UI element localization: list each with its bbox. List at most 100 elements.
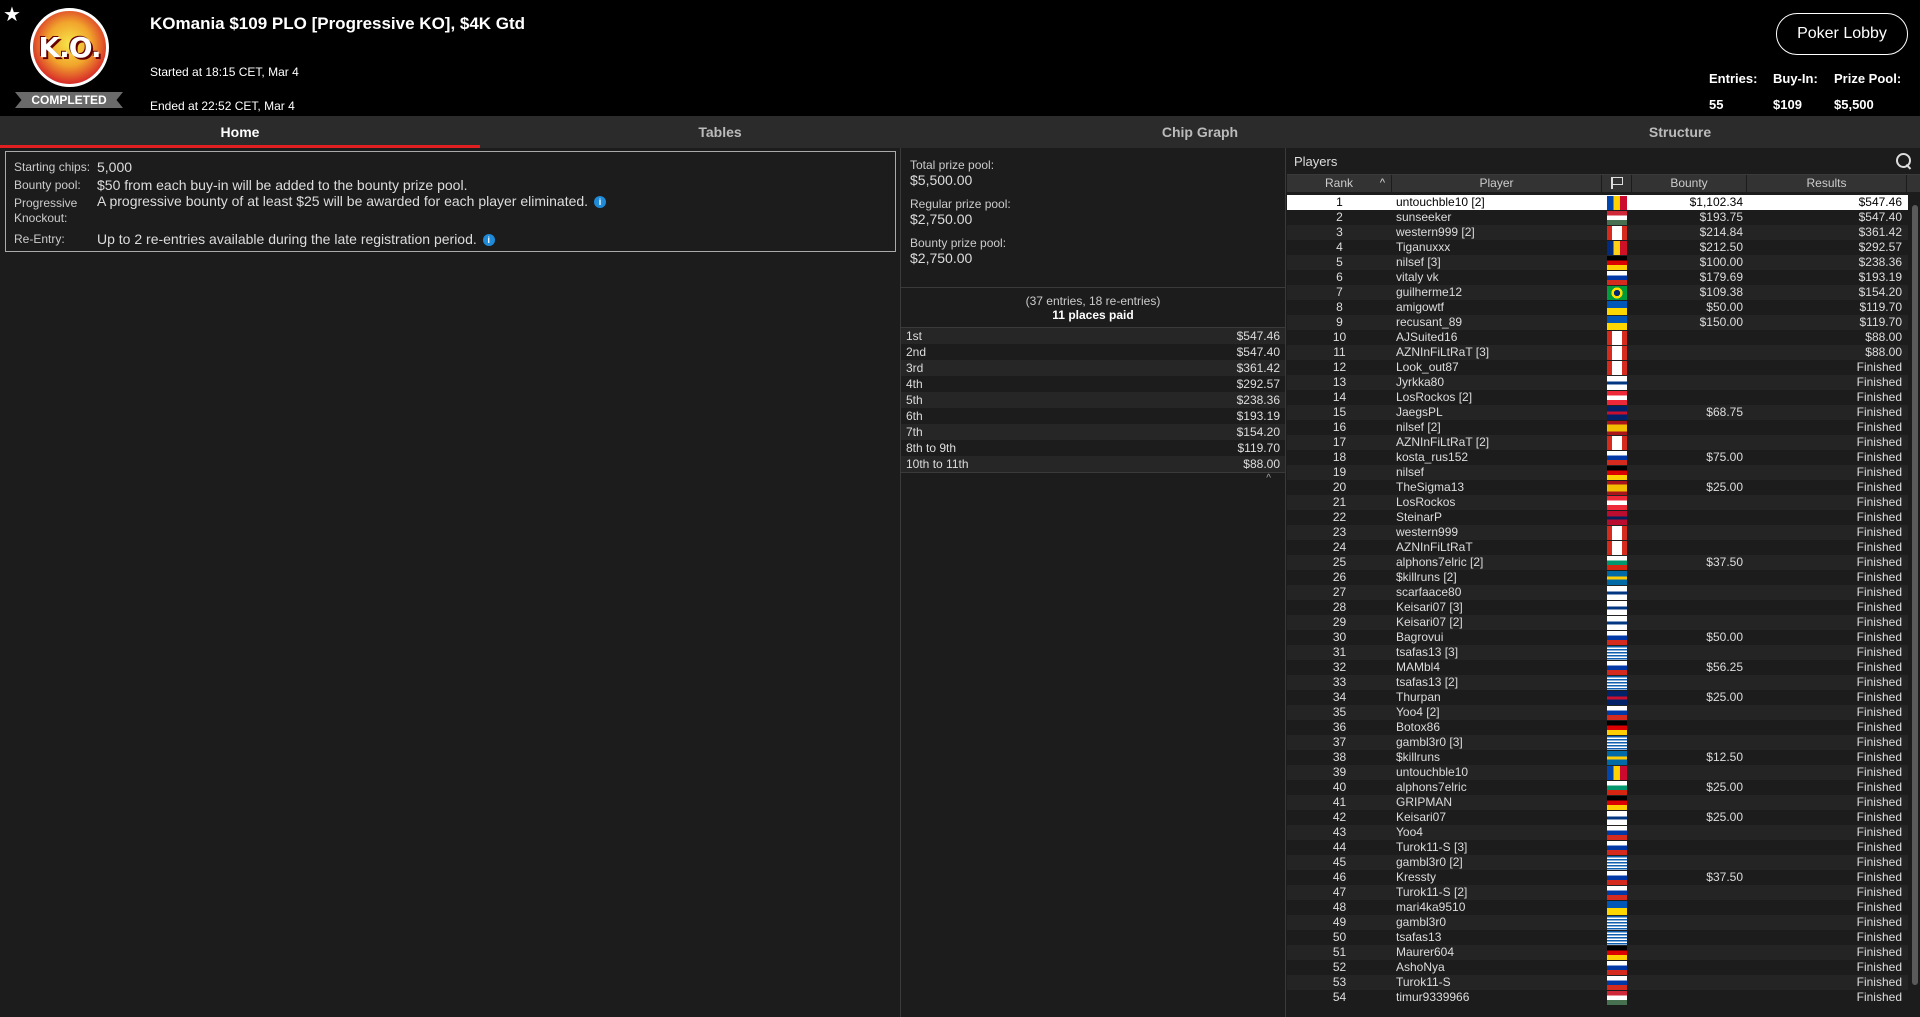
player-bounty: [1632, 615, 1747, 630]
info-icon[interactable]: i: [594, 196, 607, 209]
player-name: recusant_89: [1396, 315, 1463, 329]
table-row[interactable]: 5 nilsef [3] $100.00 $238.36: [1287, 255, 1908, 270]
table-row[interactable]: 25 alphons7elric [2] $37.50 Finished: [1287, 555, 1908, 570]
player-rank: 28: [1332, 600, 1347, 614]
table-row[interactable]: 8 amigowtf $50.00 $119.70: [1287, 300, 1908, 315]
country-flag-icon: [1607, 390, 1627, 405]
collapse-chevron-icon[interactable]: ^: [901, 472, 1285, 486]
sort-ascending-icon: ^: [1379, 177, 1385, 189]
player-rank: 47: [1332, 885, 1347, 899]
table-row[interactable]: 26 $killruns [2] Finished: [1287, 570, 1908, 585]
player-rank: 24: [1332, 540, 1347, 554]
column-bounty[interactable]: Bounty: [1632, 175, 1747, 192]
table-row[interactable]: 35 Yoo4 [2] Finished: [1287, 705, 1908, 720]
table-row[interactable]: 19 nilsef Finished: [1287, 465, 1908, 480]
table-row[interactable]: 22 SteinarP Finished: [1287, 510, 1908, 525]
table-row[interactable]: 42 Keisari07 $25.00 Finished: [1287, 810, 1908, 825]
table-row[interactable]: 18 kosta_rus152 $75.00 Finished: [1287, 450, 1908, 465]
info-icon[interactable]: i: [482, 234, 495, 247]
table-row[interactable]: 14 LosRockos [2] Finished: [1287, 390, 1908, 405]
table-row[interactable]: 49 gambl3r0 Finished: [1287, 915, 1908, 930]
table-row[interactable]: 12 Look_out87 Finished: [1287, 360, 1908, 375]
player-name: LosRockos [2]: [1396, 390, 1473, 404]
table-row[interactable]: 38 $killruns $12.50 Finished: [1287, 750, 1908, 765]
table-row[interactable]: 15 JaegsPL $68.75 Finished: [1287, 405, 1908, 420]
table-row[interactable]: 9 recusant_89 $150.00 $119.70: [1287, 315, 1908, 330]
player-result: Finished: [1856, 705, 1902, 719]
search-icon[interactable]: [1896, 153, 1912, 169]
table-row[interactable]: 13 Jyrkka80 Finished: [1287, 375, 1908, 390]
player-result: Finished: [1856, 720, 1902, 734]
table-row[interactable]: 41 GRIPMAN Finished: [1287, 795, 1908, 810]
player-result: Finished: [1856, 660, 1902, 674]
player-rank: 33: [1332, 675, 1347, 689]
table-row[interactable]: 27 scarfaace80 Finished: [1287, 585, 1908, 600]
table-row[interactable]: 28 Keisari07 [3] Finished: [1287, 600, 1908, 615]
table-row[interactable]: 51 Maurer604 Finished: [1287, 945, 1908, 960]
table-row[interactable]: 23 western999 Finished: [1287, 525, 1908, 540]
table-row[interactable]: 6 vitaly vk $179.69 $193.19: [1287, 270, 1908, 285]
table-row[interactable]: 44 Turok11-S [3] Finished: [1287, 840, 1908, 855]
player-name: Turok11-S: [1396, 975, 1451, 989]
table-row[interactable]: 54 timur9339966 Finished: [1287, 990, 1908, 1005]
country-flag-icon: [1607, 735, 1627, 750]
table-row[interactable]: 46 Kressty $37.50 Finished: [1287, 870, 1908, 885]
player-bounty: $50.00: [1706, 300, 1743, 314]
table-row[interactable]: 37 gambl3r0 [3] Finished: [1287, 735, 1908, 750]
table-row[interactable]: 48 mari4ka9510 Finished: [1287, 900, 1908, 915]
table-row[interactable]: 36 Botox86 Finished: [1287, 720, 1908, 735]
table-row[interactable]: 21 LosRockos Finished: [1287, 495, 1908, 510]
country-flag-icon: [1607, 465, 1627, 480]
entries-label: Entries:: [1709, 71, 1758, 86]
table-row[interactable]: 50 tsafas13 Finished: [1287, 930, 1908, 945]
table-row[interactable]: 3 western999 [2] $214.84 $361.42: [1287, 225, 1908, 240]
players-scrollbar[interactable]: [1910, 195, 1920, 1017]
table-row[interactable]: 24 AZNInFiLtRaT Finished: [1287, 540, 1908, 555]
player-name: Yoo4 [2]: [1396, 705, 1440, 719]
favorite-star-icon[interactable]: ★: [3, 2, 21, 27]
table-row[interactable]: 29 Keisari07 [2] Finished: [1287, 615, 1908, 630]
table-row[interactable]: 30 Bagrovui $50.00 Finished: [1287, 630, 1908, 645]
table-row[interactable]: 1 untouchble10 [2] $1,102.34 $547.46: [1287, 195, 1908, 210]
table-row[interactable]: 7 guilherme12 $109.38 $154.20: [1287, 285, 1908, 300]
column-rank[interactable]: Rank ^: [1287, 175, 1392, 192]
table-row[interactable]: 11 AZNInFiLtRaT [3] $88.00: [1287, 345, 1908, 360]
table-row[interactable]: 40 alphons7elric $25.00 Finished: [1287, 780, 1908, 795]
tab-home[interactable]: Home: [0, 116, 480, 148]
player-bounty: [1632, 510, 1747, 525]
column-player[interactable]: Player: [1392, 175, 1602, 192]
player-bounty: $1,102.34: [1689, 195, 1743, 209]
table-row[interactable]: 16 nilsef [2] Finished: [1287, 420, 1908, 435]
table-row[interactable]: 20 TheSigma13 $25.00 Finished: [1287, 480, 1908, 495]
poker-lobby-button[interactable]: Poker Lobby: [1776, 13, 1908, 55]
tab-structure[interactable]: Structure: [1440, 116, 1920, 148]
table-row[interactable]: 39 untouchble10 Finished: [1287, 765, 1908, 780]
table-row[interactable]: 34 Thurpan $25.00 Finished: [1287, 690, 1908, 705]
player-result: Finished: [1856, 585, 1902, 599]
column-country[interactable]: [1602, 175, 1632, 192]
table-row[interactable]: 4 Tiganuxxx $212.50 $292.57: [1287, 240, 1908, 255]
table-row[interactable]: 45 gambl3r0 [2] Finished: [1287, 855, 1908, 870]
player-rank: 53: [1332, 975, 1347, 989]
player-rank: 48: [1332, 900, 1347, 914]
player-result: Finished: [1856, 450, 1902, 464]
table-row[interactable]: 31 tsafas13 [3] Finished: [1287, 645, 1908, 660]
table-row[interactable]: 47 Turok11-S [2] Finished: [1287, 885, 1908, 900]
tab-tables[interactable]: Tables: [480, 116, 960, 148]
table-row[interactable]: 2 sunseeker $193.75 $547.40: [1287, 210, 1908, 225]
column-results[interactable]: Results: [1747, 175, 1907, 192]
country-flag-icon: [1607, 930, 1627, 945]
table-row[interactable]: 17 AZNInFiLtRaT [2] Finished: [1287, 435, 1908, 450]
player-bounty: [1632, 585, 1747, 600]
tab-chip-graph[interactable]: Chip Graph: [960, 116, 1440, 148]
table-row[interactable]: 10 AJSuited16 $88.00: [1287, 330, 1908, 345]
table-row[interactable]: 53 Turok11-S Finished: [1287, 975, 1908, 990]
table-row[interactable]: 52 AshoNya Finished: [1287, 960, 1908, 975]
scrollbar-thumb[interactable]: [1912, 205, 1918, 985]
player-rank: 49: [1332, 915, 1347, 929]
player-name: $killruns [2]: [1396, 570, 1457, 584]
table-row[interactable]: 43 Yoo4 Finished: [1287, 825, 1908, 840]
player-name: alphons7elric: [1396, 780, 1467, 794]
table-row[interactable]: 32 MAMbl4 $56.25 Finished: [1287, 660, 1908, 675]
table-row[interactable]: 33 tsafas13 [2] Finished: [1287, 675, 1908, 690]
